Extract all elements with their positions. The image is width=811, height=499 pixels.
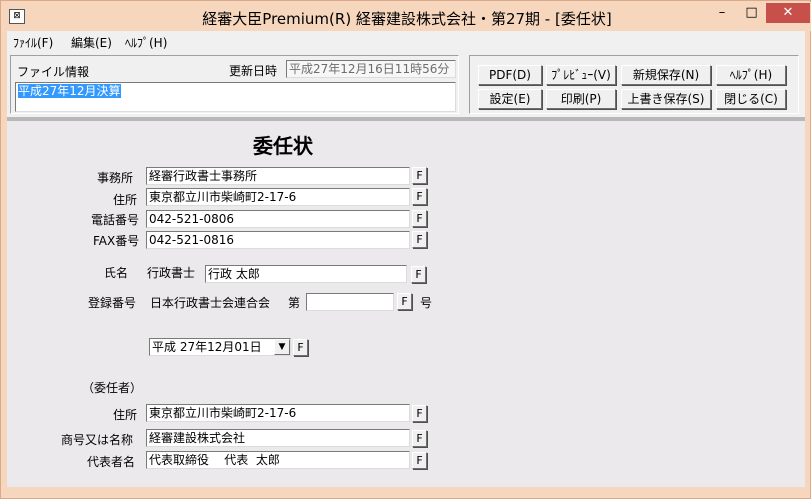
- name-prefix: 行政書士: [147, 266, 196, 280]
- representative-field[interactable]: 代表取締役 代表 太郎: [146, 451, 410, 469]
- representative-f-button[interactable]: F: [412, 452, 427, 469]
- date-f-button[interactable]: F: [293, 339, 308, 356]
- maximize-button[interactable]: □: [738, 3, 765, 23]
- overwrite-save-button[interactable]: 上書き保存(S): [621, 89, 711, 109]
- registration-label: 登録番号: [88, 296, 137, 310]
- registration-f-button[interactable]: F: [397, 293, 412, 310]
- save-new-button[interactable]: 新規保存(N): [621, 65, 711, 85]
- agent-name-field[interactable]: 行政 太郎: [205, 265, 407, 283]
- date-value: 平成 27年12月01日: [152, 340, 262, 354]
- principal-address-label: 住所: [113, 408, 138, 422]
- menu-help[interactable]: ﾍﾙﾌﾟ(H): [125, 34, 167, 51]
- phone-field[interactable]: 042-521-0806: [146, 210, 410, 228]
- phone-label: 電話番号: [91, 213, 140, 227]
- updated-label: 更新日時: [229, 64, 278, 78]
- file-name-field[interactable]: 平成27年12月決算: [15, 82, 456, 112]
- print-button[interactable]: 印刷(P): [546, 89, 616, 109]
- name-label: 氏名: [104, 266, 129, 280]
- fax-f-button[interactable]: F: [412, 231, 427, 248]
- registration-org: 日本行政書士会連合会: [150, 296, 271, 310]
- pdf-button[interactable]: PDF(D): [478, 65, 542, 85]
- fax-field[interactable]: 042-521-0816: [146, 231, 410, 249]
- preview-button[interactable]: ﾌﾟﾚﾋﾞｭｰ(V): [546, 65, 616, 85]
- phone-f-button[interactable]: F: [412, 210, 427, 227]
- office-label: 事務所: [97, 171, 134, 185]
- registration-dai: 第: [288, 296, 301, 310]
- date-select[interactable]: 平成 27年12月01日: [149, 338, 291, 356]
- company-field[interactable]: 経審建設株式会社: [146, 429, 410, 447]
- file-info-group: ファイル情報 更新日時 平成27年12月16日11時56分 平成27年12月決算: [10, 55, 459, 114]
- document-title: 委任状: [253, 134, 313, 158]
- menu-file[interactable]: ﾌｧｲﾙ(F): [13, 34, 53, 51]
- app-icon[interactable]: ⊠: [9, 9, 25, 24]
- agent-address-f-button[interactable]: F: [412, 188, 427, 205]
- principal-address-field[interactable]: 東京都立川市柴崎町2-17-6: [146, 404, 410, 422]
- principal-section-label: （委任者）: [82, 381, 143, 395]
- minimize-button[interactable]: –: [708, 3, 736, 23]
- window-title: 経審大臣Premium(R) 経審建設株式会社・第27期 - [委任状]: [202, 10, 612, 28]
- office-f-button[interactable]: F: [412, 167, 427, 184]
- principal-address-f-button[interactable]: F: [412, 405, 427, 422]
- agent-name-f-button[interactable]: F: [411, 266, 426, 283]
- close-button[interactable]: 閉じる(C): [716, 89, 786, 109]
- updated-datetime-field: 平成27年12月16日11時56分: [286, 60, 456, 78]
- menu-bar: ﾌｧｲﾙ(F) 編集(E) ﾍﾙﾌﾟ(H): [7, 31, 805, 51]
- file-name-value: 平成27年12月決算: [18, 84, 121, 98]
- representative-label: 代表者名: [87, 455, 136, 469]
- company-f-button[interactable]: F: [412, 430, 427, 447]
- toolbar-group: PDF(D) ﾌﾟﾚﾋﾞｭｰ(V) 新規保存(N) ﾍﾙﾌﾟ(H) 設定(E) …: [469, 55, 799, 114]
- file-info-label: ファイル情報: [17, 65, 90, 79]
- settings-button[interactable]: 設定(E): [478, 89, 542, 109]
- registration-number-field[interactable]: [306, 293, 394, 311]
- dropdown-arrow-icon[interactable]: ▼: [274, 339, 290, 355]
- agent-address-field[interactable]: 東京都立川市柴崎町2-17-6: [146, 188, 410, 206]
- agent-address-label: 住所: [113, 193, 138, 207]
- title-bar: ⊠ 経審大臣Premium(R) 経審建設株式会社・第27期 - [委任状] –…: [2, 2, 811, 31]
- top-panel: ファイル情報 更新日時 平成27年12月16日11時56分 平成27年12月決算…: [7, 51, 805, 117]
- help-button[interactable]: ﾍﾙﾌﾟ(H): [716, 65, 786, 85]
- company-label: 商号又は名称: [61, 433, 134, 447]
- office-field[interactable]: 経審行政書士事務所: [146, 167, 410, 185]
- fax-label: FAX番号: [93, 234, 140, 248]
- close-window-button[interactable]: ✕: [766, 3, 810, 23]
- application-window: ⊠ 経審大臣Premium(R) 経審建設株式会社・第27期 - [委任状] –…: [0, 0, 811, 499]
- registration-go: 号: [420, 296, 433, 310]
- menu-edit[interactable]: 編集(E): [71, 34, 112, 51]
